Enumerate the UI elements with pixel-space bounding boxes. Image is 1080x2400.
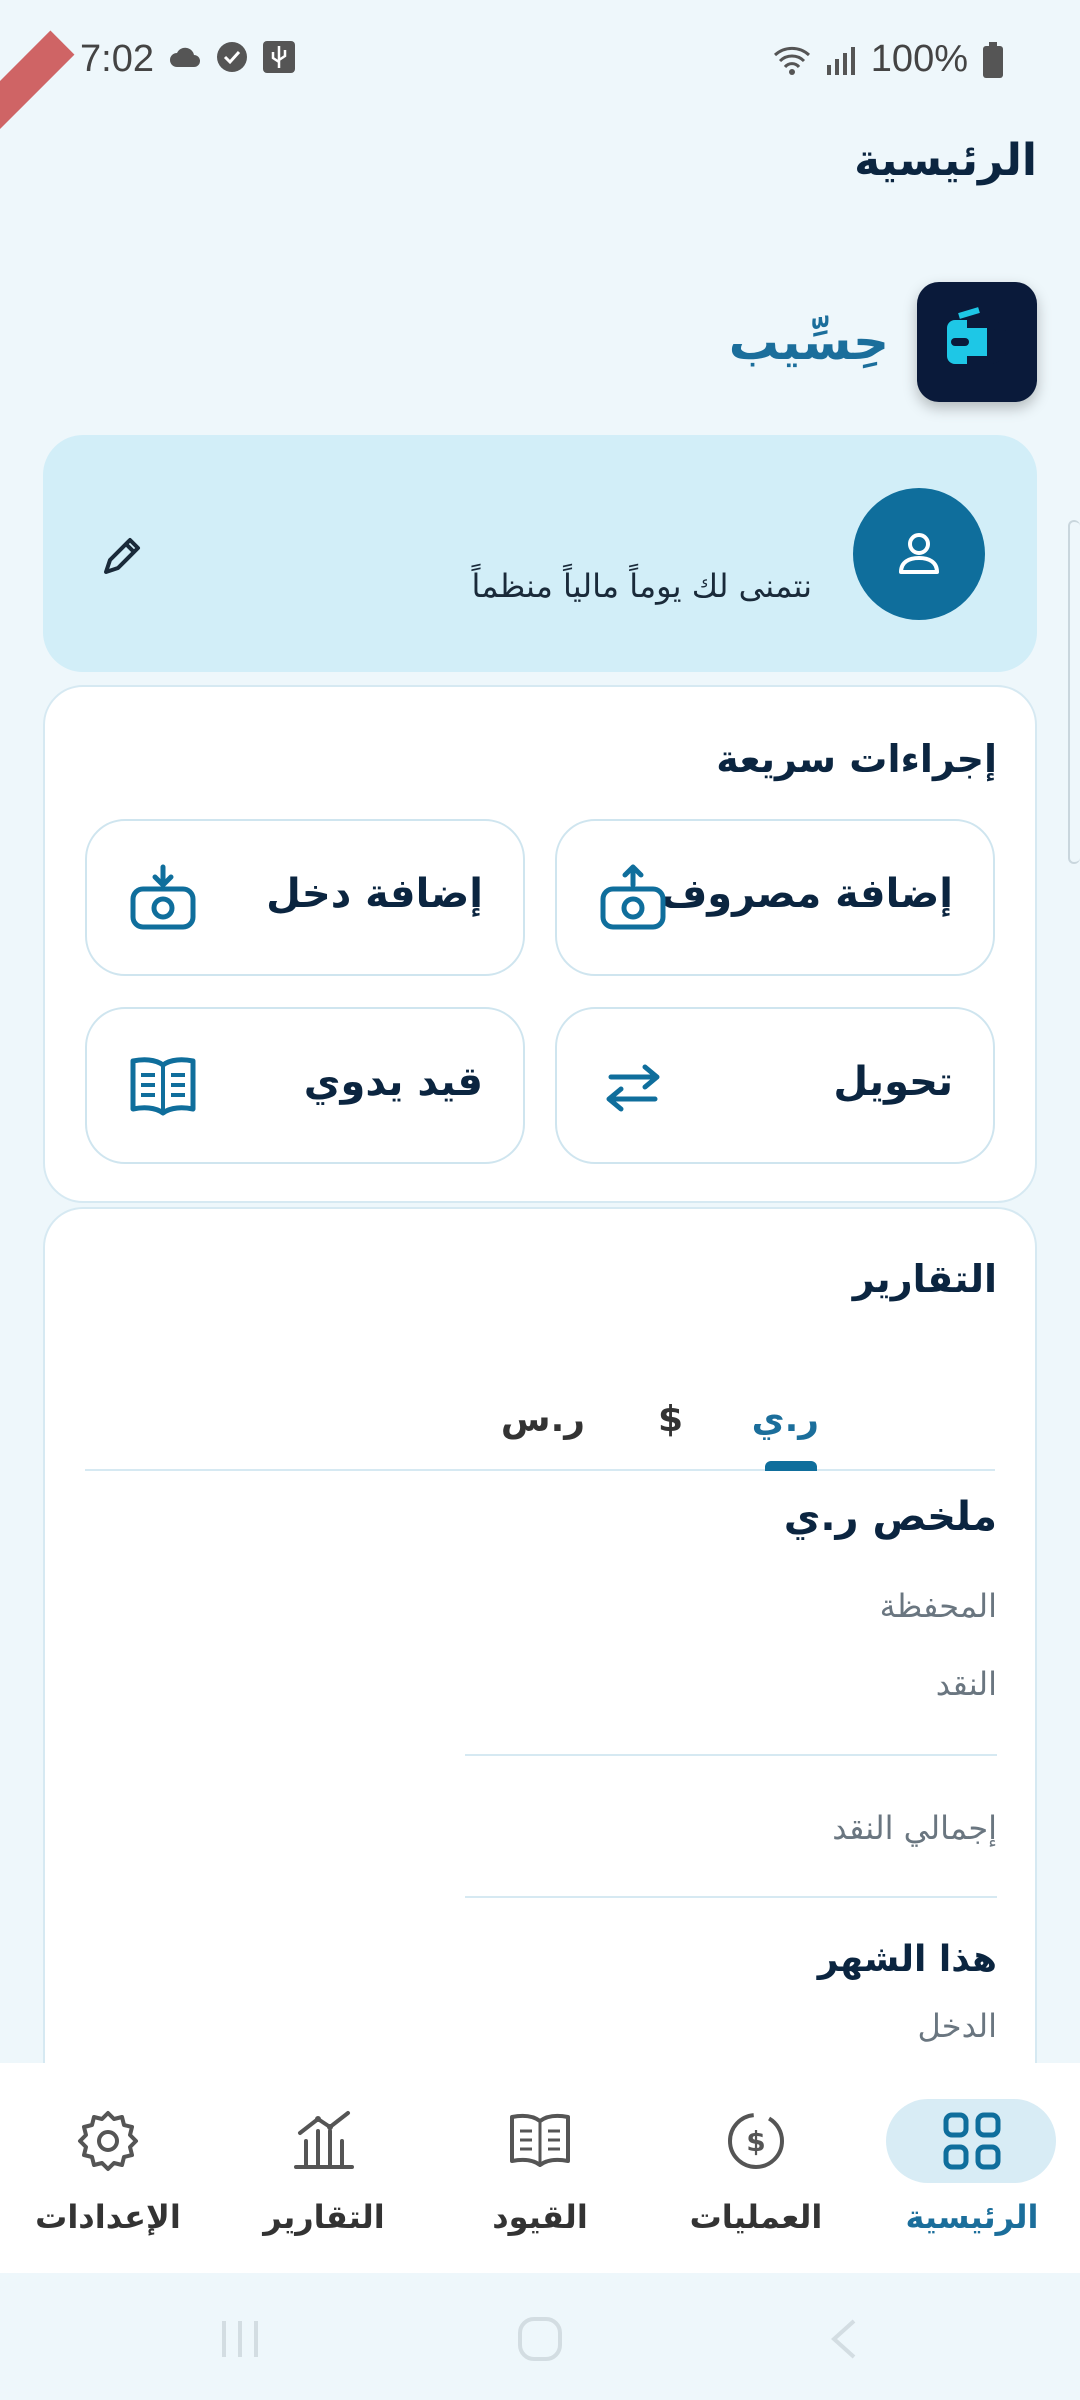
tab-sar[interactable]: ر.س: [501, 1399, 585, 1440]
chart-icon: [294, 2111, 354, 2169]
pencil-icon[interactable]: [98, 530, 148, 580]
battery-icon: [983, 41, 1003, 78]
tab-indicator: [765, 1461, 817, 1471]
month-title: هذا الشهر: [817, 1939, 997, 1980]
brand-logo: [917, 282, 1037, 402]
status-icons-left: [168, 40, 296, 74]
add-expense-button[interactable]: إضافة مصروف: [555, 819, 995, 976]
home-button-icon[interactable]: [516, 2315, 564, 2363]
battery-percent: 100%: [870, 38, 968, 80]
quick-actions-card: إجراءات سريعة إضافة مصروف إضافة دخل تحوي…: [43, 685, 1037, 1203]
usb-icon: [263, 41, 295, 73]
debug-ribbon: [0, 30, 75, 140]
summary-title: ملخص ر.ي: [783, 1494, 997, 1540]
tab-yer[interactable]: ر.ي: [752, 1399, 819, 1440]
svg-text:$: $: [746, 2125, 765, 2158]
scrollbar[interactable]: [1068, 520, 1080, 864]
book-icon: [130, 1057, 196, 1116]
money-down-icon: [130, 864, 196, 930]
greeting-text: نتمنى لك يوماً مالياً منظماً: [471, 567, 812, 605]
bottom-nav: الرئيسية $ العمليات القيود التقارير الإع…: [0, 2063, 1080, 2273]
status-bar: 7:02 100%: [0, 0, 1080, 140]
back-icon[interactable]: [826, 2317, 862, 2361]
avatar[interactable]: [853, 488, 985, 620]
transfer-arrows-icon: [606, 1064, 660, 1112]
system-nav-bar: [0, 2273, 1080, 2400]
signal-icon: [826, 46, 855, 75]
user-icon: [899, 533, 939, 574]
add-expense-label: إضافة مصروف: [660, 871, 953, 917]
cloud-icon: [170, 47, 200, 67]
nav-entries-label: القيود: [492, 2198, 588, 2236]
nav-reports-label: التقارير: [263, 2198, 385, 2236]
money-up-icon: [600, 864, 666, 930]
nav-home[interactable]: الرئيسية: [864, 2063, 1080, 2273]
dollar-circle-icon: $: [728, 2113, 784, 2169]
total-cash-label: إجمالي النقد: [832, 1809, 997, 1847]
cash-label: النقد: [935, 1665, 997, 1703]
currency-tabs: ر.ي $ ر.س: [85, 1369, 995, 1471]
greeting-card: نتمنى لك يوماً مالياً منظماً: [43, 435, 1037, 672]
reports-title: التقارير: [852, 1257, 997, 1301]
book-icon: [510, 2113, 570, 2167]
recents-icon[interactable]: [218, 2317, 262, 2361]
add-income-label: إضافة دخل: [266, 871, 483, 917]
transfer-button[interactable]: تحويل: [555, 1007, 995, 1164]
nav-transactions[interactable]: $ العمليات: [648, 2063, 864, 2273]
divider: [465, 1754, 997, 1756]
quick-actions-title: إجراءات سريعة: [716, 737, 997, 781]
nav-settings-label: الإعدادات: [35, 2198, 181, 2236]
page-title: الرئيسية: [854, 135, 1037, 186]
status-icons-right: 100%: [773, 38, 1004, 81]
manual-entry-label: قيد يدوي: [303, 1059, 483, 1105]
nav-home-label: الرئيسية: [905, 2198, 1039, 2236]
divider: [465, 1896, 997, 1898]
brand: حِسِّيب: [729, 282, 1037, 402]
manual-entry-button[interactable]: قيد يدوي: [85, 1007, 525, 1164]
add-income-button[interactable]: إضافة دخل: [85, 819, 525, 976]
transfer-label: تحويل: [833, 1059, 953, 1105]
income-label: الدخل: [917, 2007, 997, 2045]
tab-usd[interactable]: $: [658, 1399, 683, 1440]
nav-settings[interactable]: الإعدادات: [0, 2063, 216, 2273]
nav-transactions-label: العمليات: [689, 2198, 823, 2236]
status-time: 7:02: [80, 38, 154, 80]
brand-name: حِسِّيب: [728, 313, 889, 371]
nav-reports[interactable]: التقارير: [216, 2063, 432, 2273]
gear-icon: [78, 2111, 138, 2171]
nav-entries[interactable]: القيود: [432, 2063, 648, 2273]
grid-icon: [943, 2112, 1001, 2170]
check-circle-icon: [217, 42, 247, 72]
reports-card: التقارير ر.ي $ ر.س ملخص ر.ي المحفظة النق…: [43, 1207, 1037, 2107]
wallet-label: المحفظة: [879, 1587, 997, 1625]
wifi-icon: [773, 46, 810, 75]
logo-icon: [947, 307, 1007, 364]
